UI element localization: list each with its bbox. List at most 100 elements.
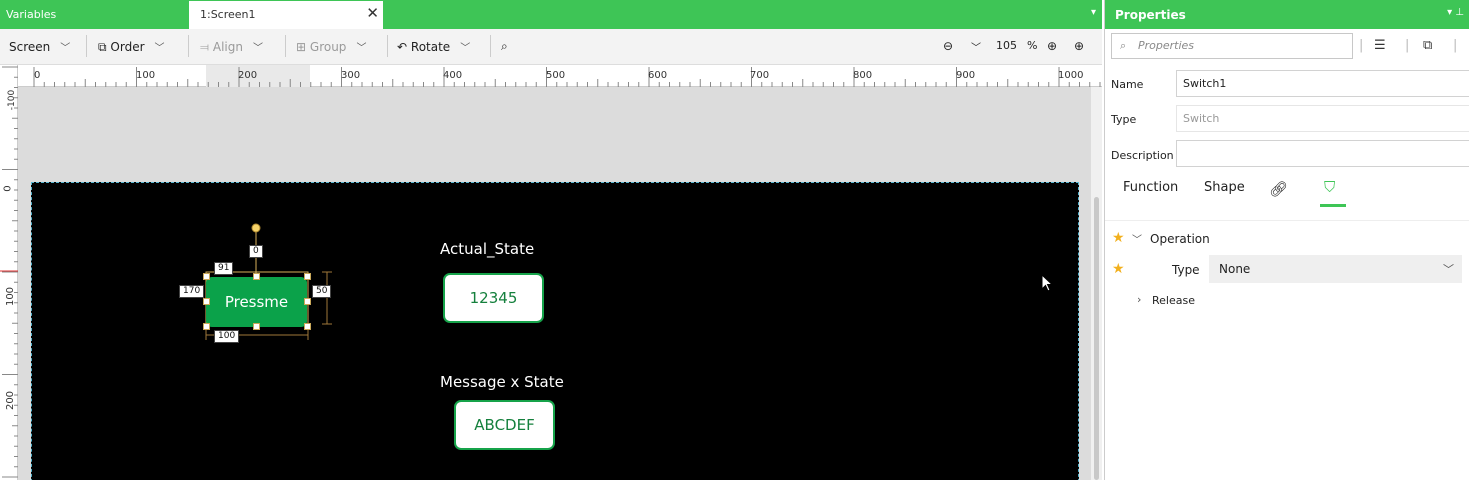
active-tab-indicator — [1320, 204, 1346, 207]
chevron-down-icon: ﹀ — [1443, 263, 1454, 276]
toolbar-divider — [490, 35, 491, 57]
chevron-down-icon: ﹀ — [356, 43, 367, 54]
actual-state-value[interactable]: 12345 — [443, 273, 544, 323]
ruler-h-label: 400 — [443, 70, 463, 81]
release-group-label[interactable]: Release — [1152, 294, 1195, 307]
order-dropdown[interactable]: ⧉ Order ﹀ — [98, 39, 165, 55]
tab-function[interactable]: Function — [1123, 180, 1178, 195]
link-icon[interactable]: 🔗︎ — [1269, 180, 1288, 198]
rotate-label: Rotate — [410, 40, 451, 54]
panel-menu-icon[interactable]: ▾ ⊥ — [1447, 7, 1464, 18]
ruler-v-label: 100 — [5, 286, 17, 307]
horizontal-ruler: 0 100 200 300 400 500 600 700 800 900 10… — [18, 65, 1102, 87]
x-position-tag: 170 — [179, 285, 205, 298]
editor-toolbar: Screen ﹀ ⧉ Order ﹀ ⫤ Align ﹀ ⊞ Group ﹀ ↶ Rot… — [0, 29, 1102, 65]
toolbar-divider — [86, 35, 87, 57]
rotate-handle-icon — [251, 223, 261, 233]
resize-handle[interactable] — [253, 323, 260, 330]
chevron-down-icon[interactable]: ﹀ — [1132, 231, 1142, 246]
resize-handle[interactable] — [304, 323, 311, 330]
pressme-switch[interactable]: Pressme — [206, 277, 307, 327]
list-view-icon[interactable]: ☰ — [1374, 38, 1386, 53]
message-state-value[interactable]: ABCDEF — [454, 400, 555, 450]
properties-search-placeholder: Properties — [1138, 39, 1195, 52]
vertical-scrollbar[interactable] — [1091, 87, 1102, 480]
chevron-down-icon: ﹀ — [60, 43, 71, 54]
zoom-fit-icon[interactable]: ⊕ — [1074, 39, 1084, 53]
star-icon[interactable]: ★ — [1112, 230, 1125, 246]
star-icon[interactable]: ★ — [1112, 261, 1125, 277]
ruler-v-label: 200 — [5, 390, 17, 411]
zoom-in-icon[interactable]: ⊕ — [1047, 39, 1057, 53]
type-label: Type — [1111, 113, 1137, 126]
ruler-v-label: 0 — [2, 185, 14, 192]
find-object-icon[interactable]: ⌕ — [501, 39, 508, 54]
tab-variables[interactable]: Variables — [0, 0, 188, 29]
ruler-h-label: 500 — [546, 70, 566, 81]
resize-handle[interactable] — [253, 273, 260, 280]
ruler-h-label: 700 — [750, 70, 770, 81]
resize-handle[interactable] — [304, 298, 311, 305]
ruler-h-label: 100 — [136, 70, 156, 81]
resize-handle[interactable] — [304, 273, 311, 280]
ruler-h-label: 900 — [956, 70, 976, 81]
rotation-tag: 0 — [249, 245, 263, 258]
name-label: Name — [1111, 78, 1144, 91]
chevron-down-icon: ﹀ — [460, 43, 471, 54]
group-dropdown[interactable]: ⊞ Group ﹀ — [296, 39, 366, 54]
toolbar-divider — [285, 35, 286, 57]
mouse-cursor-icon — [1041, 274, 1054, 292]
screen-dropdown[interactable]: Screen ﹀ — [9, 39, 70, 54]
order-icon: ⧉ — [98, 40, 107, 54]
chevron-down-icon: ﹀ — [253, 43, 263, 54]
align-label: Align — [212, 40, 243, 54]
align-dropdown[interactable]: ⫤ Align ﹀ — [200, 39, 263, 55]
chevron-right-icon[interactable]: › — [1137, 293, 1141, 306]
rotate-dropdown[interactable]: ↶ Rotate ﹀ — [397, 39, 470, 54]
copy-icon[interactable]: ⧉ — [1423, 38, 1432, 53]
tab-screen1[interactable]: 1:Screen1 ✕ — [189, 1, 383, 29]
security-shield-icon[interactable]: ⛉ — [1324, 178, 1335, 196]
zoom-value[interactable]: 105 — [996, 39, 1017, 52]
description-field[interactable] — [1176, 140, 1469, 167]
name-field[interactable]: Switch1 — [1176, 70, 1469, 97]
order-label: Order — [110, 40, 145, 54]
operation-type-select[interactable]: None ﹀ — [1209, 255, 1462, 283]
app-window: Variables 1:Screen1 ✕ ▾ Screen ﹀ ⧉ Order ﹀… — [0, 0, 1469, 480]
chevron-down-icon: ﹀ — [154, 43, 165, 54]
width-tag: 100 — [214, 330, 240, 343]
resize-handle[interactable] — [203, 323, 210, 330]
close-icon[interactable]: ✕ — [366, 4, 379, 22]
y-position-tag: 91 — [214, 262, 234, 275]
height-tag: 50 — [312, 285, 332, 298]
ruler-h-label: 200 — [238, 70, 258, 81]
description-label: Description — [1111, 149, 1174, 162]
resize-handle[interactable] — [203, 273, 210, 280]
editor-area: Variables 1:Screen1 ✕ ▾ Screen ﹀ ⧉ Order ﹀… — [0, 0, 1102, 480]
tab-shape[interactable]: Shape — [1204, 180, 1245, 195]
resize-handle[interactable] — [203, 298, 210, 305]
design-canvas[interactable]: Pressme 0 91 170 50 100 Actual_State 123… — [18, 87, 1091, 480]
properties-panel: Properties ▾ ⊥ ⌕ Properties | ☰ | ⧉ | Na… — [1104, 0, 1469, 480]
panel-divider — [1105, 220, 1469, 221]
toolbar-divider: | — [1453, 38, 1458, 53]
ruler-v-label: -100 — [7, 89, 18, 111]
group-icon: ⊞ — [296, 40, 307, 54]
operation-type-label: Type — [1172, 263, 1200, 277]
ruler-h-label: 0 — [34, 70, 41, 81]
properties-header: Properties ▾ ⊥ — [1105, 0, 1469, 29]
operation-group-label[interactable]: Operation — [1150, 232, 1210, 246]
vertical-ruler: -100 0 100 200 — [0, 65, 18, 480]
scrollbar-thumb[interactable] — [1094, 197, 1099, 480]
properties-search-input[interactable]: ⌕ Properties — [1111, 33, 1353, 59]
zoom-out-icon[interactable]: ⊖ — [943, 39, 953, 53]
zoom-dropdown-icon[interactable]: ﹀ — [971, 39, 981, 54]
group-label: Group — [309, 40, 347, 54]
message-state-label: Message x State — [440, 373, 564, 391]
ruler-v-ticks — [0, 66, 18, 478]
ruler-h-label: 800 — [853, 70, 873, 81]
tab-menu-icon[interactable]: ▾ — [1091, 7, 1096, 18]
screen-surface[interactable]: Pressme 0 91 170 50 100 Actual_State 123… — [31, 182, 1079, 480]
toolbar-divider: | — [1359, 38, 1364, 53]
properties-title: Properties — [1115, 8, 1186, 22]
